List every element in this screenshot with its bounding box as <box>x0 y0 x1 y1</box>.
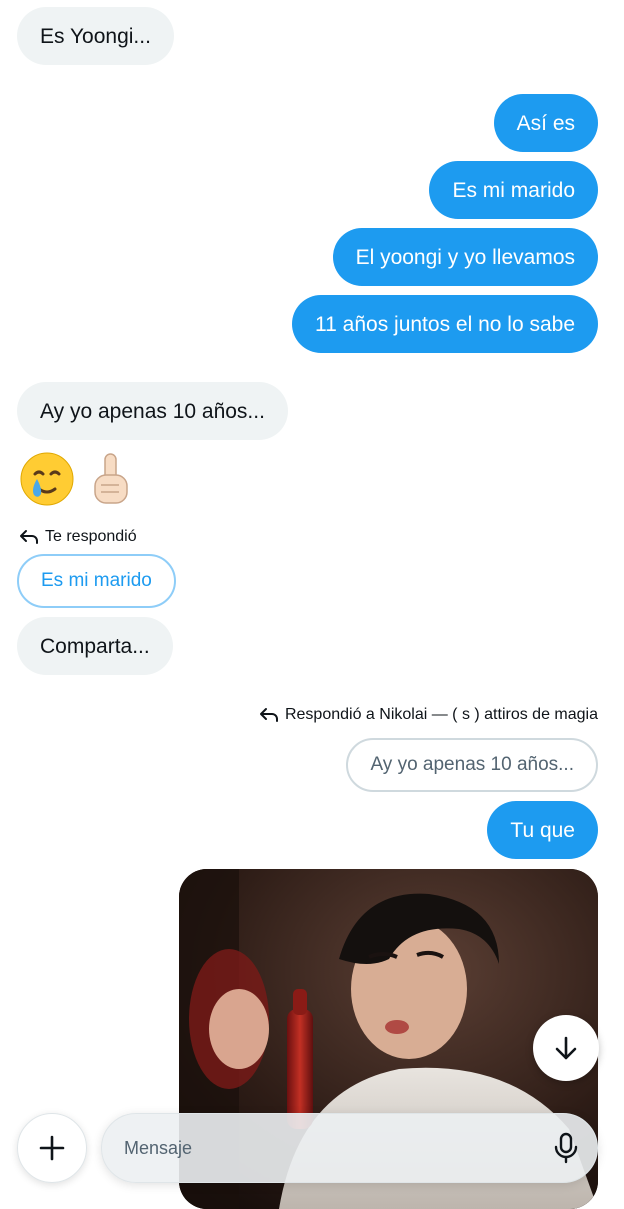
reply-label-text: Respondió a Nikolai — ( s ) attiros de m… <box>284 706 598 723</box>
microphone-icon[interactable] <box>553 1132 579 1164</box>
reply-arrow-icon <box>259 708 278 722</box>
message-text: Es Yoongi... <box>40 24 151 48</box>
message-composer[interactable] <box>101 1113 598 1183</box>
reply-label-text: Te respondió <box>45 528 137 545</box>
face-holding-back-tears-icon <box>20 452 74 506</box>
quoted-message[interactable]: Ay yo apenas 10 años... <box>346 738 598 792</box>
index-pointing-up-icon <box>94 453 128 504</box>
outgoing-message[interactable]: 11 años juntos el no lo sabe <box>292 295 598 353</box>
quoted-text: Es mi marido <box>41 570 152 591</box>
add-attachment-button[interactable] <box>17 1113 87 1183</box>
emoji-message[interactable] <box>19 451 135 507</box>
reply-indicator: Respondió a Nikolai — ( s ) attiros de m… <box>259 706 598 724</box>
outgoing-message[interactable]: El yoongi y yo llevamos <box>332 228 598 286</box>
message-input[interactable] <box>122 1136 553 1160</box>
quoted-message[interactable]: Es mi marido <box>17 554 176 608</box>
incoming-message[interactable]: Ay yo apenas 10 años... <box>17 382 288 440</box>
outgoing-message[interactable]: Tu que <box>487 801 598 859</box>
outgoing-message[interactable]: Es mi marido <box>429 161 598 219</box>
plus-icon <box>39 1135 65 1161</box>
message-text: Así es <box>516 111 575 135</box>
arrow-down-icon <box>555 1036 577 1060</box>
message-text: El yoongi y yo llevamos <box>355 245 575 269</box>
reply-arrow-icon <box>20 530 38 544</box>
message-text: Comparta... <box>40 634 150 658</box>
reply-indicator: Te respondió <box>19 528 137 546</box>
scroll-down-button[interactable] <box>533 1015 599 1081</box>
quoted-text: Ay yo apenas 10 años... <box>370 754 574 775</box>
outgoing-message[interactable]: Así es <box>493 94 598 152</box>
message-text: Ay yo apenas 10 años... <box>40 399 265 423</box>
message-text: Tu que <box>510 818 575 842</box>
message-text: 11 años juntos el no lo sabe <box>315 312 575 336</box>
message-text: Es mi marido <box>452 178 575 202</box>
incoming-message[interactable]: Comparta... <box>17 617 173 675</box>
incoming-message[interactable]: Es Yoongi... <box>17 7 174 65</box>
